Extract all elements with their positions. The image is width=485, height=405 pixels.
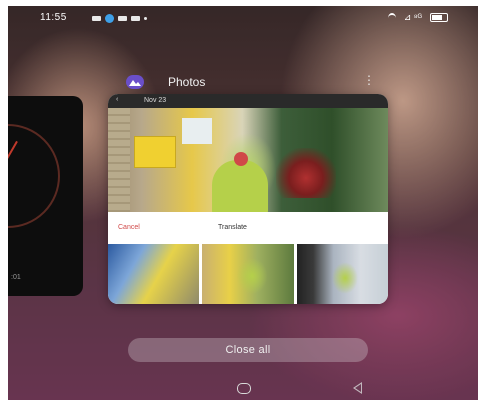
battery-icon <box>430 13 448 22</box>
photo-wall <box>108 108 130 212</box>
notification-icons <box>92 14 147 23</box>
photo-person-head <box>234 152 248 166</box>
recent-app-card-clock[interactable]: :01 <box>8 96 83 296</box>
recent-apps-screen: 11:55 ⊿ ⁸ᴳ :01 Photos ⋮ ‹ Nov 23 Cancel … <box>8 6 478 400</box>
more-vertical-icon[interactable]: ⋮ <box>363 74 375 86</box>
app-notification-icon <box>105 14 114 23</box>
thumbnail <box>108 244 200 304</box>
thumbnail <box>202 244 294 304</box>
photo-date: Nov 23 <box>144 97 167 104</box>
thumbnail-strip <box>108 244 388 304</box>
app-name: Photos <box>168 75 206 89</box>
photos-icon[interactable] <box>126 75 144 89</box>
mail-icon <box>118 16 127 21</box>
more-notifications-icon <box>144 17 147 20</box>
thumbnail <box>296 244 388 304</box>
back-arrow-icon: ‹ <box>116 96 119 103</box>
navigation-bar <box>8 378 478 400</box>
card-top-bar: ‹ Nov 23 <box>108 94 388 108</box>
status-indicators: ⊿ ⁸ᴳ <box>387 12 448 23</box>
status-time: 11:55 <box>40 12 67 23</box>
photo-plant <box>276 148 336 198</box>
close-all-button[interactable]: Close all <box>128 338 368 362</box>
message-icon <box>92 16 101 21</box>
status-bar: 11:55 ⊿ ⁸ᴳ <box>8 6 478 28</box>
photo-sign <box>134 136 176 168</box>
photo-person <box>212 160 268 212</box>
photo-actions: Cancel Translate <box>108 212 388 246</box>
photo-poster <box>182 118 212 144</box>
home-button-icon[interactable] <box>237 383 251 394</box>
gallery-icon <box>131 16 140 21</box>
wifi-icon <box>387 12 396 23</box>
recent-app-card-photos[interactable]: ‹ Nov 23 Cancel Translate <box>108 94 388 304</box>
clock-dial-icon <box>8 124 60 228</box>
photos-card-header: Photos ⋮ <box>126 73 381 93</box>
main-photo <box>108 108 388 212</box>
clock-card-text: :01 <box>11 274 21 281</box>
back-button-icon[interactable] <box>353 382 362 394</box>
signal-text: ⊿ ⁸ᴳ <box>403 12 422 22</box>
translate-button: Translate <box>218 224 247 231</box>
cancel-button: Cancel <box>118 224 140 231</box>
